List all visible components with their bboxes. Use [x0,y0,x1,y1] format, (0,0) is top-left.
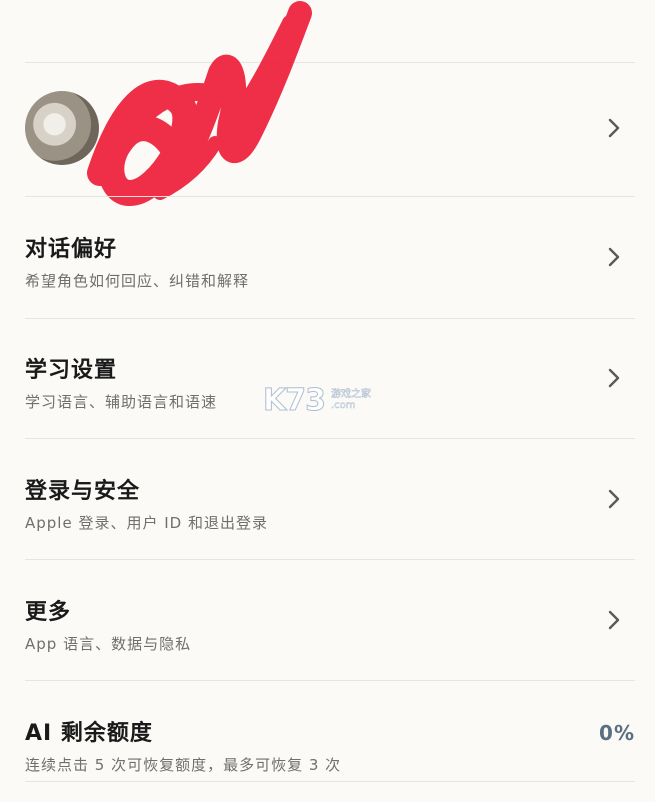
watermark-text: 游戏之家 .com [331,389,372,412]
settings-item-subtitle: App 语言、数据与隐私 [25,635,192,653]
chevron-right-icon[interactable] [603,609,625,631]
profile-row[interactable] [0,1,655,206]
settings-item-subtitle: Apple 登录、用户 ID 和退出登录 [25,514,268,532]
settings-item-learning-settings[interactable]: 学习设置 学习语言、辅助语言和语速 [0,318,655,438]
settings-item-login-security[interactable]: 登录与安全 Apple 登录、用户 ID 和退出登录 [0,439,655,559]
watermark-logo: K73 游戏之家 .com [263,380,393,420]
settings-item-title: 更多 [25,600,72,625]
ai-credits-subtitle: 连续点击 5 次可恢复额度，最多可恢复 3 次 [25,756,342,774]
watermark-line2: .com [331,400,356,412]
watermark-line1: 游戏之家 [331,389,372,401]
settings-item-subtitle: 希望角色如何回应、纠错和解释 [25,272,250,290]
chevron-right-icon[interactable] [603,117,625,139]
chevron-right-icon[interactable] [603,488,625,510]
settings-item-chat-preferences[interactable]: 对话偏好 希望角色如何回应、纠错和解释 [0,197,655,317]
divider [25,781,635,782]
settings-item-subtitle: 学习语言、辅助语言和语速 [25,393,218,411]
settings-item-title: 学习设置 [25,358,118,383]
chevron-right-icon[interactable] [603,246,625,268]
watermark-main: K73 [263,382,327,418]
ai-credits-value: 0% [599,721,635,745]
settings-item-ai-credits[interactable]: AI 剩余额度 连续点击 5 次可恢复额度，最多可恢复 3 次 0% [0,681,655,801]
settings-item-title: 对话偏好 [25,237,118,262]
ai-credits-title: AI 剩余额度 [25,721,153,746]
settings-item-more[interactable]: 更多 App 语言、数据与隐私 [0,560,655,680]
settings-item-title: 登录与安全 [25,479,141,504]
chevron-right-icon[interactable] [603,367,625,389]
